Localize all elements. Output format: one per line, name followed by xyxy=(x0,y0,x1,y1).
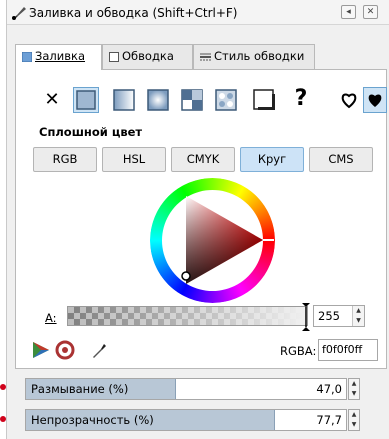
mode-rgb-button[interactable]: RGB xyxy=(33,147,97,172)
tab-stroke-style-label: Стиль обводки xyxy=(214,49,305,63)
blur-down-icon: ▼ xyxy=(351,390,357,397)
opacity-up-icon: ▲ xyxy=(351,411,357,418)
opacity-value: 77,7 xyxy=(316,413,342,427)
title-bar: Заливка и обводка (Shift+Ctrl+F) ◂ ✕ xyxy=(7,0,389,25)
tab-fill[interactable]: Заливка xyxy=(15,44,102,70)
fill-rule-nonzero-button[interactable] xyxy=(363,87,387,113)
flat-color-heading: Сплошной цвет xyxy=(39,125,143,139)
rgba-input[interactable]: f0f0f0ff xyxy=(318,339,378,361)
alpha-slider[interactable] xyxy=(67,306,308,326)
opacity-label: Непрозрачность (%) xyxy=(31,413,154,427)
stroke-style-tab-icon xyxy=(200,53,211,60)
tab-stroke-label: Обводка xyxy=(122,49,174,63)
fill-stroke-dialog: Заливка и обводка (Shift+Ctrl+F) ◂ ✕ Зал… xyxy=(6,0,389,439)
radial-gradient-button[interactable] xyxy=(145,87,171,113)
fill-tab-icon xyxy=(22,51,32,62)
alpha-down-icon: ▼ xyxy=(356,317,361,324)
color-managed-icon[interactable] xyxy=(31,340,51,360)
alpha-up-icon: ▲ xyxy=(356,307,361,314)
flat-color-icon xyxy=(76,90,96,110)
rgba-label: RGBA: xyxy=(280,344,317,358)
linear-gradient-button[interactable] xyxy=(111,87,137,113)
blur-up-icon: ▲ xyxy=(351,380,357,387)
opacity-down-icon: ▼ xyxy=(351,421,357,428)
alpha-label: A: xyxy=(45,311,57,325)
opacity-spin[interactable]: ▲ ▼ xyxy=(348,409,360,431)
nonzero-heart-icon xyxy=(368,94,382,107)
mode-cmyk-button[interactable]: CMYK xyxy=(171,147,235,172)
swatch-button[interactable] xyxy=(251,87,277,113)
alpha-slider-handle[interactable] xyxy=(301,303,311,331)
flat-color-button[interactable] xyxy=(73,87,99,113)
unset-paint-button[interactable]: ? xyxy=(291,85,311,113)
evenodd-heart-icon xyxy=(341,93,357,109)
window-title: Заливка и обводка (Shift+Ctrl+F) xyxy=(29,6,238,20)
mesh-gradient-button[interactable] xyxy=(213,87,239,113)
tab-bar: Заливка Обводка Стиль обводки xyxy=(15,44,315,70)
pattern-icon xyxy=(181,89,203,111)
color-wheel[interactable] xyxy=(150,178,275,303)
collapse-button[interactable]: ◂ xyxy=(341,5,356,19)
close-button[interactable]: ✕ xyxy=(363,5,378,19)
blur-label: Размывание (%) xyxy=(31,382,129,396)
alpha-spin-arrows[interactable]: ▲ ▼ xyxy=(352,306,364,326)
mode-hsl-button[interactable]: HSL xyxy=(102,147,166,172)
eyedropper-icon[interactable] xyxy=(89,340,109,360)
alpha-spinbox[interactable]: 255 ▲ ▼ xyxy=(313,305,365,327)
opacity-slider[interactable]: Непрозрачность (%) 77,7 xyxy=(25,409,347,431)
mode-wheel-button[interactable]: Круг xyxy=(240,147,304,172)
blur-slider[interactable]: Размывание (%) 47,0 xyxy=(25,378,347,400)
pattern-button[interactable] xyxy=(179,87,205,113)
mesh-gradient-icon xyxy=(215,89,237,111)
radial-gradient-icon xyxy=(147,89,169,111)
tab-stroke-style[interactable]: Стиль обводки xyxy=(193,44,315,69)
out-of-gamut-icon[interactable] xyxy=(55,340,75,360)
paint-brush-icon xyxy=(12,7,26,20)
no-paint-button[interactable]: ✕ xyxy=(41,87,63,113)
stroke-tab-icon xyxy=(109,51,119,62)
swatch-icon xyxy=(253,89,275,110)
mode-cms-button[interactable]: CMS xyxy=(309,147,373,172)
color-picker-handle xyxy=(181,271,191,281)
blur-spin[interactable]: ▲ ▼ xyxy=(348,378,360,400)
linear-gradient-icon xyxy=(113,89,135,111)
tab-fill-label: Заливка xyxy=(35,49,86,63)
fill-rule-evenodd-button[interactable] xyxy=(337,87,361,113)
blur-value: 47,0 xyxy=(316,382,342,396)
tab-stroke[interactable]: Обводка xyxy=(102,44,193,69)
alpha-value: 255 xyxy=(318,309,340,323)
